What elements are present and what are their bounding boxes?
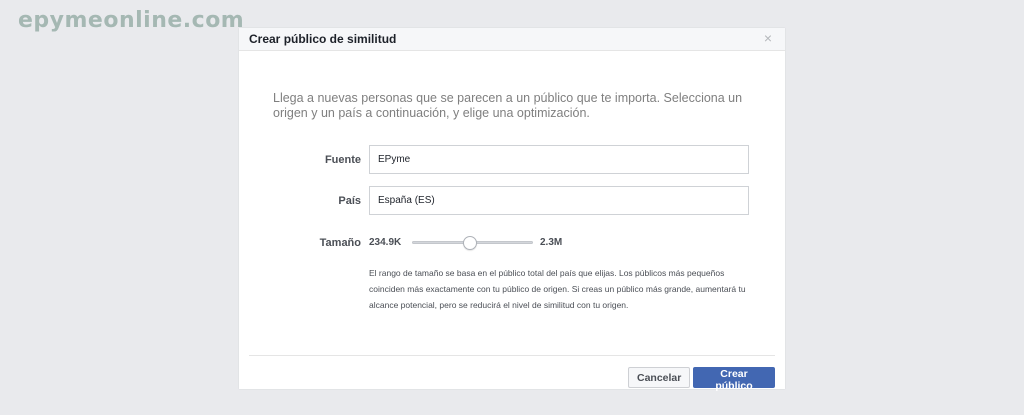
- size-max-value: 2.3M: [540, 237, 563, 248]
- dialog-header: Crear público de similitud ×: [239, 28, 785, 51]
- size-slider[interactable]: [412, 236, 533, 250]
- source-label: Fuente: [324, 154, 361, 166]
- country-label: País: [338, 195, 361, 207]
- close-icon[interactable]: ×: [761, 30, 775, 46]
- footer-divider: [249, 355, 775, 356]
- size-help-text: El rango de tamaño se basa en el público…: [369, 268, 746, 310]
- size-label: Tamaño: [319, 237, 361, 249]
- watermark: epymeonline.com: [18, 8, 245, 33]
- dialog-title: Crear público de similitud: [249, 32, 397, 46]
- size-min-value: 234.9K: [369, 237, 402, 248]
- size-slider-thumb[interactable]: [462, 236, 477, 250]
- source-input[interactable]: [369, 145, 749, 174]
- lookalike-audience-dialog: Crear público de similitud × Llega a nue…: [239, 28, 785, 392]
- cancel-button[interactable]: Cancelar: [628, 367, 690, 388]
- country-input[interactable]: [369, 186, 749, 215]
- create-audience-button[interactable]: Crear público: [693, 367, 775, 392]
- intro-text: Llega a nuevas personas que se parecen a…: [273, 91, 743, 120]
